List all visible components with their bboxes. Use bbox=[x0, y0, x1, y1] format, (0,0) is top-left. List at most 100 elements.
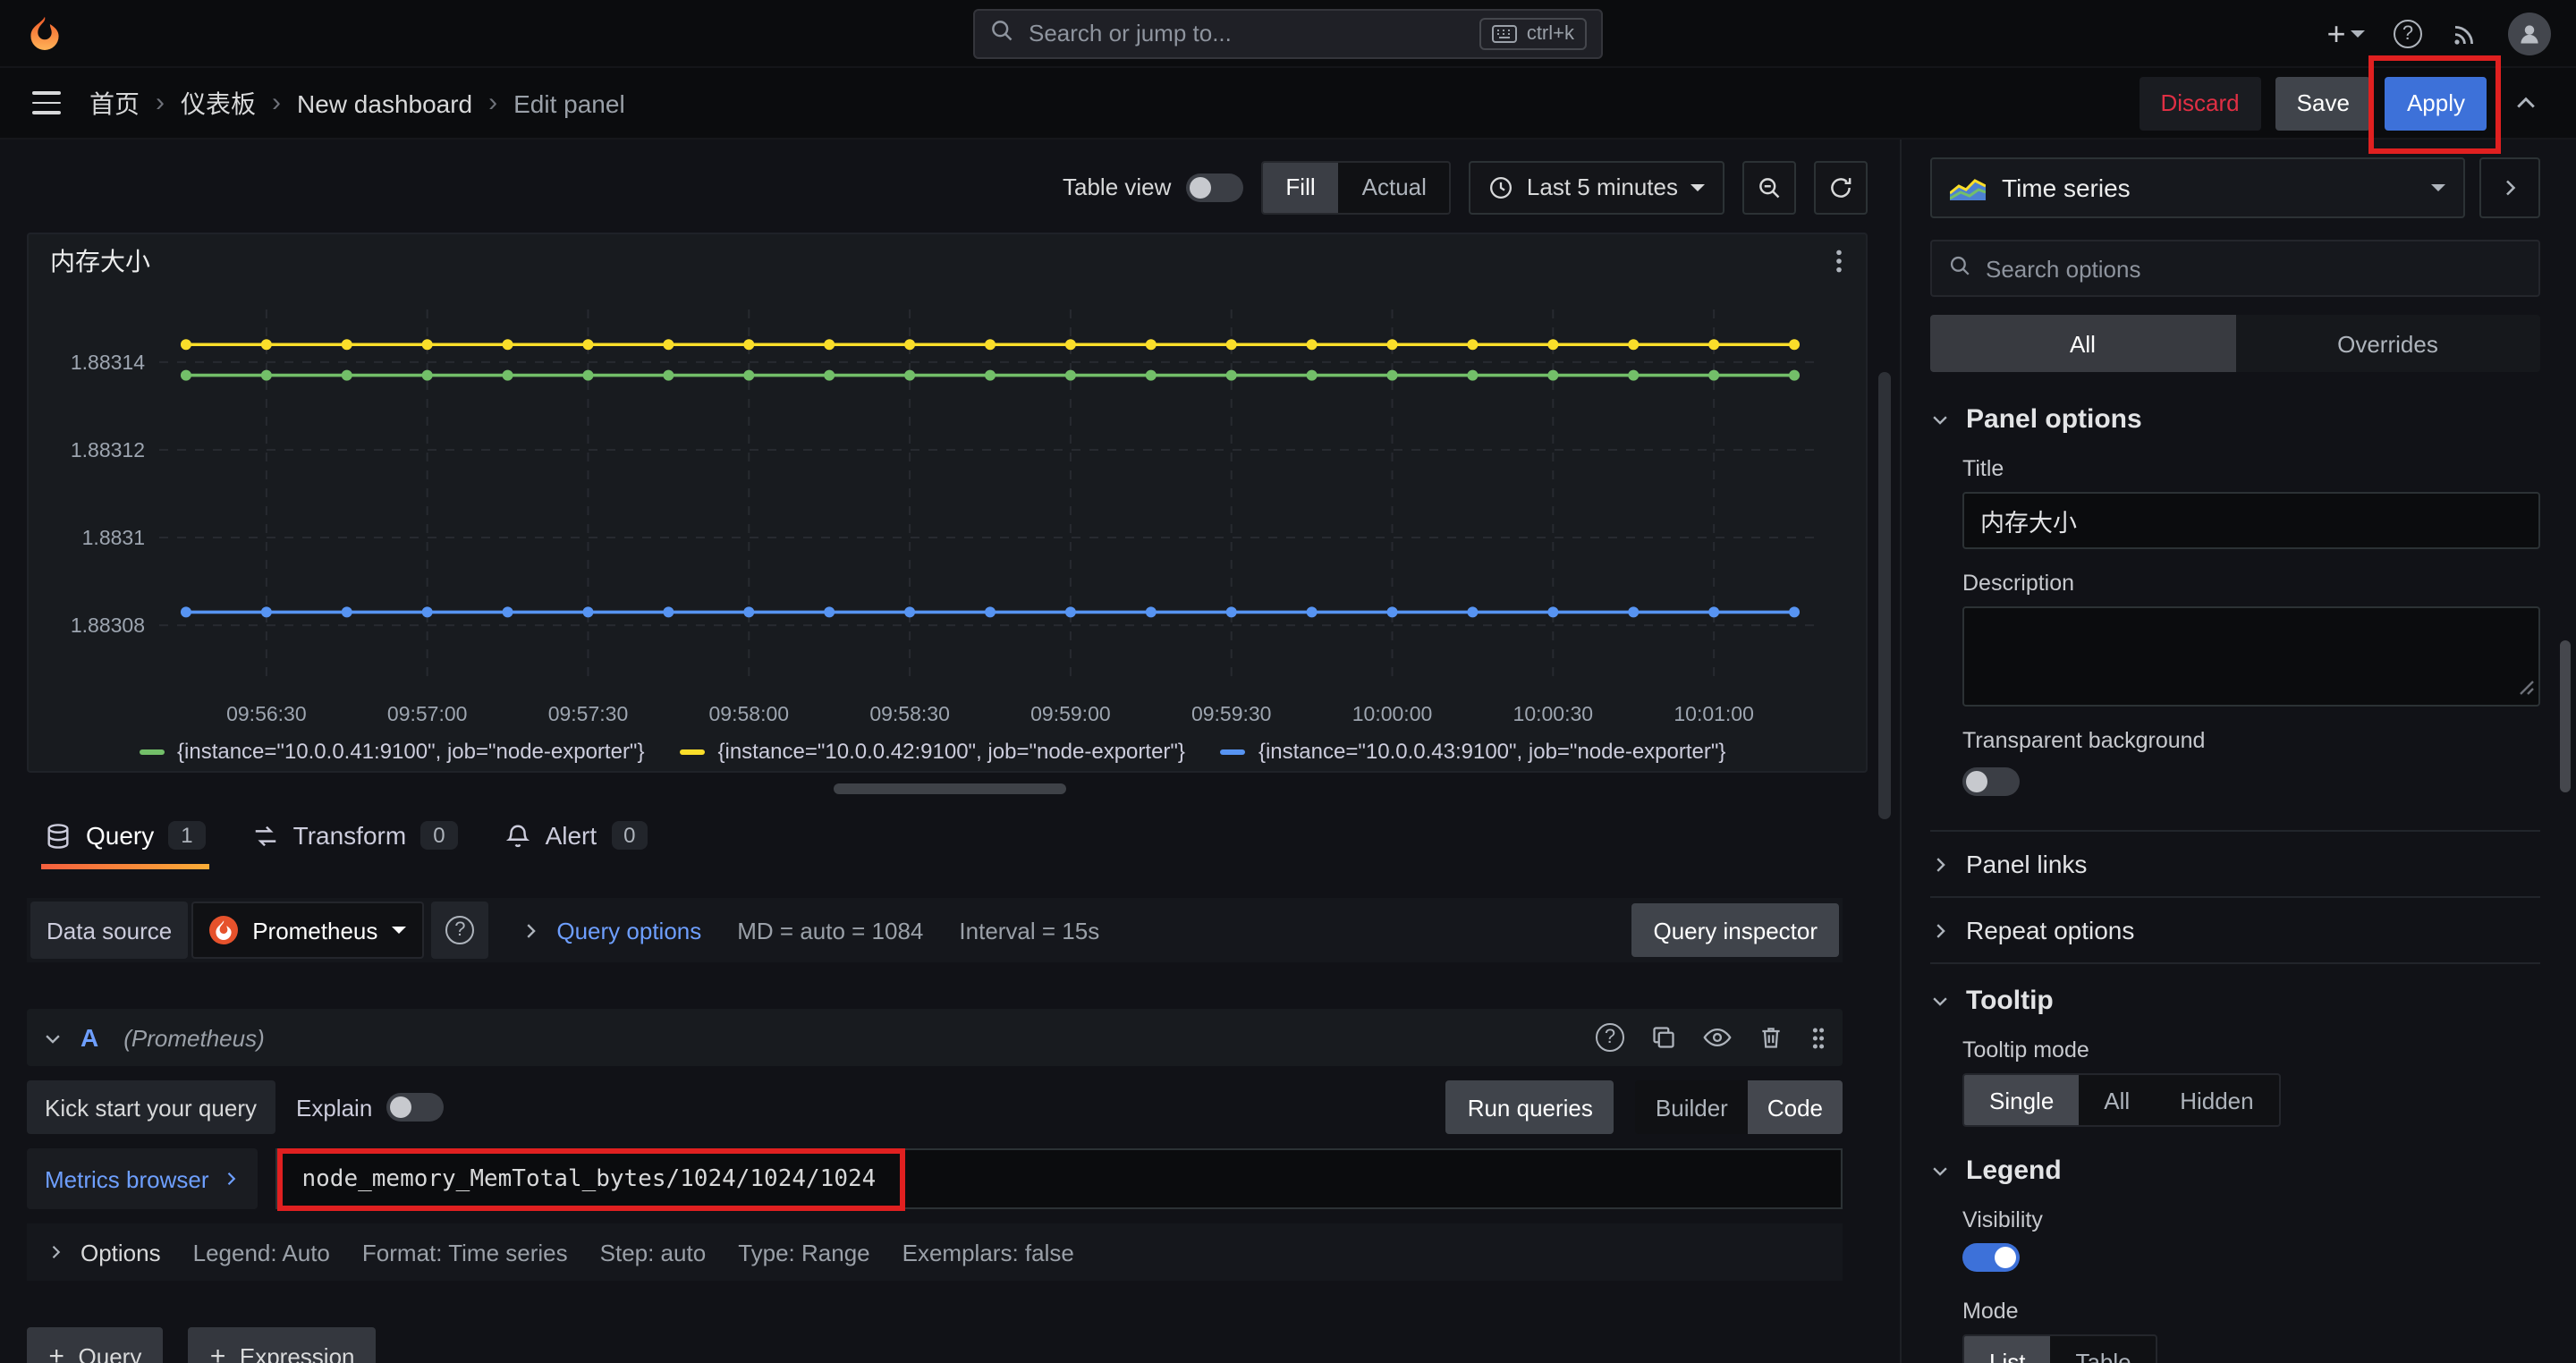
builder-code-group: Builder Code bbox=[1635, 1080, 1843, 1134]
legend-section[interactable]: Legend bbox=[1930, 1156, 2540, 1186]
horizontal-scrollbar[interactable] bbox=[834, 783, 1066, 794]
news-icon[interactable] bbox=[2451, 19, 2479, 47]
help-icon[interactable] bbox=[1596, 1023, 1624, 1052]
panel-title-input[interactable] bbox=[1962, 492, 2540, 549]
explain-toggle[interactable] bbox=[386, 1093, 445, 1122]
legend-item[interactable]: {instance="10.0.0.42:9100", job="node-ex… bbox=[680, 739, 1185, 764]
new-menu-button[interactable] bbox=[2326, 17, 2365, 49]
panel-options-section[interactable]: Panel options bbox=[1930, 404, 2540, 435]
zoom-out-button[interactable] bbox=[1742, 160, 1796, 214]
save-button[interactable]: Save bbox=[2275, 76, 2371, 130]
apply-button[interactable]: Apply bbox=[2385, 76, 2487, 130]
tab-overrides[interactable]: Overrides bbox=[2235, 315, 2540, 372]
chevron-right-icon bbox=[527, 923, 537, 937]
options-search-input[interactable] bbox=[1986, 255, 2522, 282]
drag-handle-icon[interactable] bbox=[1810, 1024, 1826, 1051]
tooltip-mode-label: Tooltip mode bbox=[1962, 1037, 2089, 1062]
duplicate-icon[interactable] bbox=[1651, 1025, 1676, 1050]
svg-text:09:59:00: 09:59:00 bbox=[1030, 702, 1111, 725]
option-summary-item: Type: Range bbox=[738, 1239, 870, 1266]
chevron-up-icon[interactable] bbox=[2501, 78, 2551, 128]
datasource-help-button[interactable] bbox=[431, 902, 489, 959]
svg-text:09:56:30: 09:56:30 bbox=[226, 702, 307, 725]
eye-icon[interactable] bbox=[1703, 1025, 1732, 1050]
tooltip-mode-hidden[interactable]: Hidden bbox=[2155, 1075, 2278, 1125]
run-queries-button[interactable]: Run queries bbox=[1445, 1080, 1614, 1134]
search-icon bbox=[989, 18, 1014, 48]
legend-label: {instance="10.0.0.43:9100", job="node-ex… bbox=[1258, 739, 1726, 764]
search-input[interactable] bbox=[1029, 20, 1466, 47]
kick-start-button[interactable]: Kick start your query bbox=[27, 1080, 275, 1134]
tooltip-mode-single[interactable]: Single bbox=[1964, 1075, 2080, 1125]
query-datasource-hint: (Prometheus) bbox=[123, 1024, 265, 1051]
chevron-down-icon bbox=[1933, 1167, 1947, 1176]
timeseries-plot[interactable]: 1.88308 1.8831 1.88312 1.88314 09:56:30 09:57… bbox=[48, 288, 1846, 735]
tab-alert[interactable]: Alert 0 bbox=[487, 808, 666, 869]
query-a-header[interactable]: A (Prometheus) bbox=[27, 1009, 1843, 1066]
panel-header[interactable]: 内存大小 bbox=[29, 234, 1866, 288]
resize-handle-icon[interactable] bbox=[2519, 674, 2535, 701]
table-view-toggle[interactable] bbox=[1185, 173, 1243, 201]
promql-expression-input[interactable]: node_memory_MemTotal_bytes/1024/1024/102… bbox=[275, 1147, 1843, 1210]
timeseries-panel: 内存大小 1.88308 1.8831 1.88312 1.88314 09:56:30… bbox=[27, 233, 1868, 773]
datasource-picker[interactable]: Prometheus bbox=[191, 902, 425, 959]
collapse-sidebar-button[interactable] bbox=[2479, 157, 2540, 218]
description-label: Description bbox=[1962, 571, 2075, 596]
promql-expression-text: node_memory_MemTotal_bytes/1024/1024/102… bbox=[301, 1165, 877, 1192]
breadcrumb-item[interactable]: 首页 bbox=[89, 85, 140, 121]
main-scrollbar[interactable] bbox=[1878, 372, 1891, 819]
options-search[interactable] bbox=[1930, 240, 2540, 297]
trash-icon[interactable] bbox=[1758, 1025, 1784, 1050]
metrics-row: Metrics browser node_memory_MemTotal_byt… bbox=[27, 1147, 1843, 1210]
legend-mode-group: List Table bbox=[1962, 1334, 2158, 1363]
discard-button[interactable]: Discard bbox=[2139, 76, 2261, 130]
panel-links-section[interactable]: Panel links bbox=[1930, 832, 2540, 896]
actual-option[interactable]: Actual bbox=[1339, 162, 1450, 212]
legend-item[interactable]: {instance="10.0.0.41:9100", job="node-ex… bbox=[140, 739, 644, 764]
tab-query[interactable]: Query 1 bbox=[27, 808, 224, 869]
user-avatar[interactable] bbox=[2508, 12, 2551, 55]
legend-mode-table[interactable]: Table bbox=[2050, 1336, 2156, 1363]
query-options-collapse[interactable]: Query options bbox=[521, 917, 701, 944]
visualization-picker[interactable]: Time series bbox=[1930, 157, 2465, 218]
add-query-button[interactable]: Query bbox=[27, 1327, 164, 1363]
add-expression-button[interactable]: Expression bbox=[188, 1327, 377, 1363]
svg-text:09:59:30: 09:59:30 bbox=[1191, 702, 1272, 725]
viz-toolbar: Table view Fill Actual Last 5 minutes bbox=[0, 140, 1900, 218]
breadcrumb-item[interactable]: New dashboard bbox=[297, 89, 472, 117]
tab-transform[interactable]: Transform 0 bbox=[234, 808, 476, 869]
time-range-picker[interactable]: Last 5 minutes bbox=[1469, 160, 1724, 214]
chevron-right-icon bbox=[1936, 857, 1945, 871]
refresh-icon bbox=[1831, 177, 1852, 197]
breadcrumb-item[interactable]: 仪表板 bbox=[181, 85, 256, 121]
repeat-options-section[interactable]: Repeat options bbox=[1930, 898, 2540, 962]
sidebar-scrollbar[interactable] bbox=[2560, 640, 2571, 792]
options-summary: Legend: Auto Format: Time series Step: aut… bbox=[193, 1239, 1074, 1266]
search-box[interactable]: ctrl+k bbox=[973, 8, 1603, 58]
legend-item[interactable]: {instance="10.0.0.43:9100", job="node-ex… bbox=[1220, 739, 1726, 764]
code-option[interactable]: Code bbox=[1747, 1080, 1843, 1134]
tooltip-section[interactable]: Tooltip bbox=[1930, 986, 2540, 1016]
metrics-browser-link[interactable]: Metrics browser bbox=[27, 1148, 258, 1209]
panel-menu-icon[interactable] bbox=[1819, 241, 1859, 281]
grafana-logo-icon[interactable] bbox=[25, 13, 64, 53]
panel-description-textarea[interactable] bbox=[1962, 606, 2540, 707]
help-icon bbox=[445, 916, 475, 944]
tooltip-mode-all[interactable]: All bbox=[2079, 1075, 2155, 1125]
builder-option[interactable]: Builder bbox=[1636, 1080, 1748, 1134]
transparent-background-toggle[interactable] bbox=[1962, 767, 2020, 796]
options-collapse[interactable]: Options bbox=[47, 1239, 161, 1266]
refresh-button[interactable] bbox=[1814, 160, 1868, 214]
fill-option[interactable]: Fill bbox=[1262, 162, 1339, 212]
chevron-down-icon bbox=[2431, 184, 2445, 191]
legend-visibility-toggle[interactable] bbox=[1962, 1243, 2020, 1272]
legend-mode-list[interactable]: List bbox=[1964, 1336, 2051, 1363]
options-tabs: All Overrides bbox=[1930, 315, 2540, 372]
chevron-right-icon bbox=[227, 1172, 235, 1186]
help-icon[interactable] bbox=[2394, 19, 2422, 47]
menu-icon[interactable] bbox=[25, 85, 68, 122]
chevron-down-icon bbox=[392, 927, 407, 934]
query-inspector-button[interactable]: Query inspector bbox=[1631, 903, 1839, 957]
tab-all[interactable]: All bbox=[1930, 315, 2235, 372]
interval-text: Interval = 15s bbox=[959, 917, 1100, 944]
